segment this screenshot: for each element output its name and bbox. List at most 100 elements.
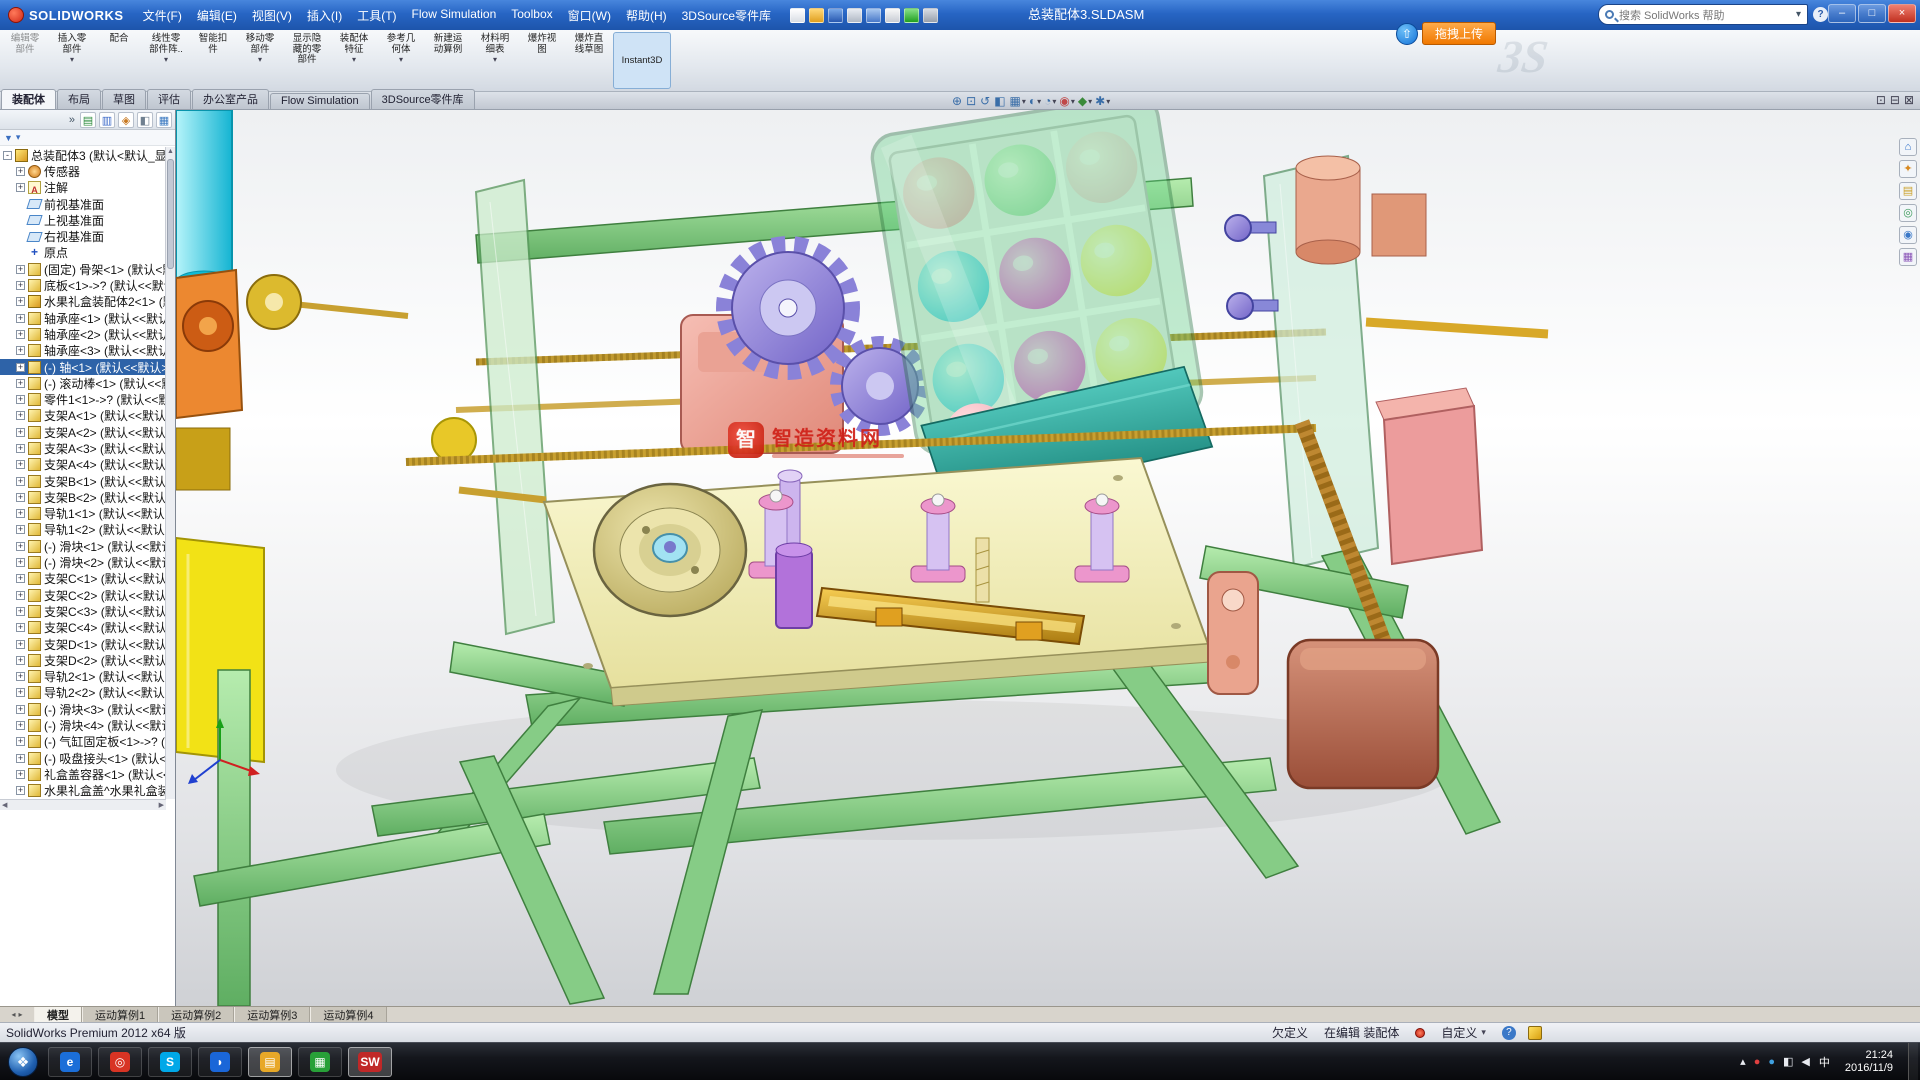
feature-tree-item[interactable]: + 支架C<4> (默认<<默认>_... bbox=[0, 620, 166, 636]
command-tab[interactable]: 评估 bbox=[147, 89, 191, 109]
appearances-icon[interactable]: ◉ bbox=[1899, 226, 1917, 244]
scrollbar-thumb[interactable] bbox=[167, 159, 174, 269]
menu-item[interactable]: Toolbox bbox=[504, 4, 559, 27]
feature-tree-item[interactable]: + 支架A<1> (默认<<默认>_... bbox=[0, 408, 166, 424]
tray-volume-icon[interactable]: ◀ bbox=[1801, 1055, 1809, 1068]
save-icon[interactable] bbox=[828, 8, 843, 23]
model-tab[interactable]: 运动算例1 bbox=[82, 1007, 158, 1022]
tree-expander-icon[interactable]: + bbox=[16, 363, 25, 372]
tree-expander-icon[interactable]: + bbox=[16, 525, 25, 534]
tray-network-icon[interactable]: ◧ bbox=[1783, 1055, 1793, 1068]
drag-upload-button[interactable]: 拖拽上传 bbox=[1422, 22, 1496, 45]
undo-icon[interactable] bbox=[866, 8, 881, 23]
ribbon-button[interactable]: 新建运 动算例 bbox=[425, 32, 471, 89]
command-tab[interactable]: 草图 bbox=[102, 89, 146, 109]
apply-scene-icon[interactable]: ◆▾ bbox=[1078, 94, 1092, 108]
show-desktop-button[interactable] bbox=[1908, 1043, 1918, 1080]
tree-expander-icon[interactable]: - bbox=[3, 151, 12, 160]
model-tab[interactable]: 运动算例3 bbox=[234, 1007, 310, 1022]
menu-item[interactable]: 工具(T) bbox=[350, 4, 403, 27]
ribbon-button[interactable]: 爆炸直 线草图 bbox=[566, 32, 612, 89]
filter-caret-icon[interactable]: ▾ bbox=[16, 132, 21, 143]
feature-tree-item[interactable]: + 水果礼盒盖^水果礼盒装配... bbox=[0, 783, 166, 799]
feature-tree-item[interactable]: + (-) 滑块<2> (默认<<默认>_... bbox=[0, 554, 166, 570]
ribbon-button[interactable]: 参考几 何体 ▾ bbox=[378, 32, 424, 89]
feature-tree-item[interactable]: 右视基准面 bbox=[0, 228, 166, 244]
print-icon[interactable] bbox=[847, 8, 862, 23]
view-settings-icon[interactable]: ✱▾ bbox=[1095, 94, 1110, 108]
tree-expander-icon[interactable]: + bbox=[16, 591, 25, 600]
custom-properties-icon[interactable]: ▦ bbox=[1899, 248, 1917, 266]
ribbon-button[interactable]: 装配体 特征 ▾ bbox=[331, 32, 377, 89]
menu-item[interactable]: 3DSource零件库 bbox=[675, 4, 778, 27]
command-tab[interactable]: 布局 bbox=[57, 89, 101, 109]
tree-expander-icon[interactable]: + bbox=[16, 607, 25, 616]
ribbon-button[interactable]: 插入零 部件 ▾ bbox=[49, 32, 95, 89]
feature-tree-item[interactable]: + 礼盒盖容器<1> (默认<<默... bbox=[0, 766, 166, 782]
maximize-button[interactable]: □ bbox=[1858, 4, 1886, 23]
edit-appearance-icon[interactable]: ◉▾ bbox=[1059, 94, 1075, 108]
solidworks-resources-icon[interactable]: ⌂ bbox=[1899, 138, 1917, 156]
menu-item[interactable]: 帮助(H) bbox=[619, 4, 674, 27]
tab-scroll-right[interactable]: ▸ bbox=[19, 1010, 23, 1019]
tree-expander-icon[interactable]: + bbox=[16, 542, 25, 551]
tree-expander-icon[interactable]: + bbox=[16, 460, 25, 469]
tree-expander-icon[interactable]: + bbox=[16, 672, 25, 681]
feature-tree-item[interactable]: + 支架B<1> (默认<<默认>_... bbox=[0, 473, 166, 489]
tree-expander-icon[interactable]: + bbox=[16, 167, 25, 176]
tree-expander-icon[interactable]: + bbox=[16, 314, 25, 323]
feature-tree-item[interactable]: 原点 bbox=[0, 245, 166, 261]
menu-item[interactable]: 窗口(W) bbox=[561, 4, 618, 27]
ribbon-button[interactable]: 线性零 部件阵.. ▾ bbox=[143, 32, 189, 89]
tree-expander-icon[interactable]: + bbox=[16, 574, 25, 583]
taskbar-solidworks-icon[interactable]: SW bbox=[348, 1047, 392, 1077]
options-icon[interactable] bbox=[923, 8, 938, 23]
tree-expander-icon[interactable]: + bbox=[16, 623, 25, 632]
feature-tree-item[interactable]: + 支架C<2> (默认<<默认>_... bbox=[0, 587, 166, 603]
start-button[interactable]: ❖ bbox=[8, 1047, 38, 1077]
menu-item[interactable]: 视图(V) bbox=[245, 4, 299, 27]
configurationmanager-tab[interactable]: ◈ bbox=[118, 112, 134, 128]
tree-expander-icon[interactable]: + bbox=[16, 379, 25, 388]
tree-vertical-scrollbar[interactable]: ▲ bbox=[165, 147, 175, 799]
taskbar-browser-icon[interactable]: ◎ bbox=[98, 1047, 142, 1077]
command-tab[interactable]: Flow Simulation bbox=[270, 93, 370, 109]
ribbon-button[interactable]: 移动零 部件 ▾ bbox=[237, 32, 283, 89]
status-help-button[interactable]: ? bbox=[1502, 1026, 1516, 1040]
ribbon-button[interactable]: 材料明 细表 ▾ bbox=[472, 32, 518, 89]
feature-tree-item[interactable]: + 水果礼盒装配体2<1> (默认... bbox=[0, 294, 166, 310]
feature-tree-item[interactable]: + 支架A<4> (默认<<默认>_... bbox=[0, 457, 166, 473]
feature-tree-item[interactable]: + 导轨2<2> (默认<<默认>_... bbox=[0, 685, 166, 701]
section-view-icon[interactable]: ◧ bbox=[994, 94, 1006, 108]
feature-tree-item[interactable]: + 支架D<1> (默认<<默认>_... bbox=[0, 636, 166, 652]
feature-tree-item[interactable]: + (-) 气缸固定板<1>->? (默认 bbox=[0, 734, 166, 750]
tree-expander-icon[interactable]: + bbox=[16, 330, 25, 339]
view-palette-icon[interactable]: ◎ bbox=[1899, 204, 1917, 222]
feature-tree-item[interactable]: + (-) 滚动棒<1> (默认<<默认... bbox=[0, 375, 166, 391]
feature-tree-item[interactable]: + (-) 滑块<4> (默认<<默认>_... bbox=[0, 717, 166, 733]
tree-expander-icon[interactable]: + bbox=[16, 395, 25, 404]
feature-tree-item[interactable]: + (-) 吸盘接头<1> (默认<<默... bbox=[0, 750, 166, 766]
zoom-area-icon[interactable]: ⊡ bbox=[966, 94, 977, 108]
roller-cylinders[interactable] bbox=[1296, 156, 1426, 264]
tree-expander-icon[interactable]: + bbox=[16, 444, 25, 453]
search-box[interactable]: 搜索 SolidWorks 帮助 ▾ bbox=[1598, 4, 1808, 25]
taskbar-netdisk-icon[interactable]: ◗ bbox=[198, 1047, 242, 1077]
tree-expander-icon[interactable]: + bbox=[16, 509, 25, 518]
scroll-left-arrow[interactable]: ◀ bbox=[2, 801, 7, 809]
feature-tree-item[interactable]: - 总装配体3 (默认<默认_显示状 bbox=[0, 147, 166, 163]
tab-scroll-left[interactable]: ◂ bbox=[11, 1010, 15, 1019]
feature-tree-item[interactable]: + (-) 滑块<3> (默认<<默认>_... bbox=[0, 701, 166, 717]
feature-tree-item[interactable]: + 支架D<2> (默认<<默认>_... bbox=[0, 652, 166, 668]
minimize-button[interactable]: – bbox=[1828, 4, 1856, 23]
scroll-right-arrow[interactable]: ▶ bbox=[159, 801, 164, 809]
ribbon-button[interactable]: 显示隐 藏的零 部件 bbox=[284, 32, 330, 89]
tree-horizontal-scrollbar[interactable]: ◀ ▶ bbox=[0, 799, 166, 810]
feature-tree-item[interactable]: + 零件1<1>->? (默认<<默认... bbox=[0, 391, 166, 407]
command-tab[interactable]: 办公室产品 bbox=[192, 89, 269, 109]
feature-tree-item[interactable]: + 轴承座<3> (默认<<默认>_... bbox=[0, 343, 166, 359]
tree-expander-icon[interactable]: + bbox=[16, 754, 25, 763]
feature-tree-item[interactable]: + 轴承座<2> (默认<<默认>_... bbox=[0, 326, 166, 342]
taskbar-ie-icon[interactable]: e bbox=[48, 1047, 92, 1077]
featuremanager-tab[interactable]: ▤ bbox=[80, 112, 96, 128]
